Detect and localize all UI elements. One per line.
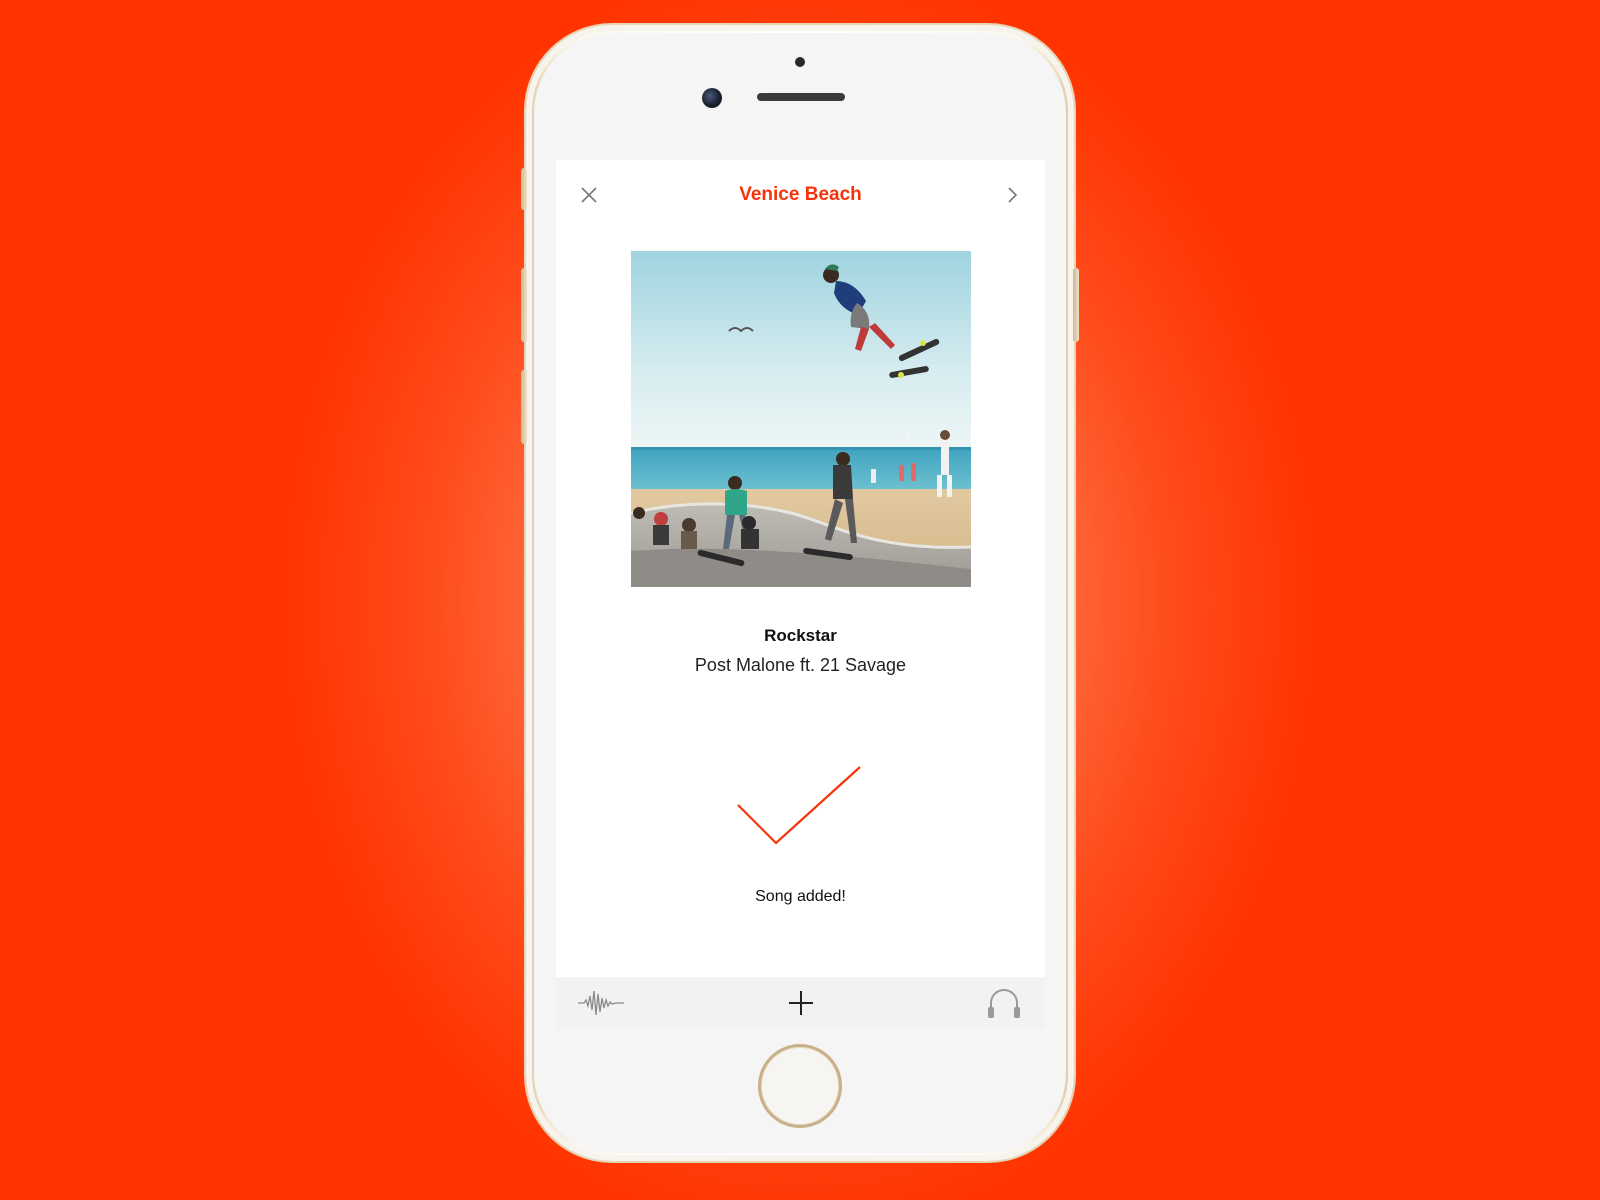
power-button	[1073, 268, 1079, 342]
status-message: Song added!	[755, 888, 846, 905]
tab-bar	[556, 977, 1045, 1029]
chevron-right-icon[interactable]	[1003, 182, 1023, 208]
plus-icon[interactable]	[783, 985, 819, 1021]
page-title: Venice Beach	[739, 184, 862, 205]
song-artist: Post Malone ft. 21 Savage	[694, 655, 907, 675]
waveform-icon[interactable]	[576, 985, 626, 1021]
headphones-icon[interactable]	[984, 985, 1024, 1021]
navigation-bar: Venice Beach	[556, 160, 1045, 230]
song-title: Rockstar	[764, 626, 837, 645]
album-artwork	[631, 251, 971, 587]
app-screen: Venice Beach Rockstar Post Malone ft. 21…	[556, 160, 1045, 1029]
home-button[interactable]	[758, 1044, 842, 1128]
mute-switch	[521, 168, 527, 210]
volume-up-button	[521, 268, 527, 342]
checkmark-icon	[736, 763, 866, 853]
proximity-sensor	[795, 57, 805, 67]
front-camera	[702, 88, 722, 108]
volume-down-button	[521, 370, 527, 444]
earpiece-speaker	[757, 93, 845, 101]
